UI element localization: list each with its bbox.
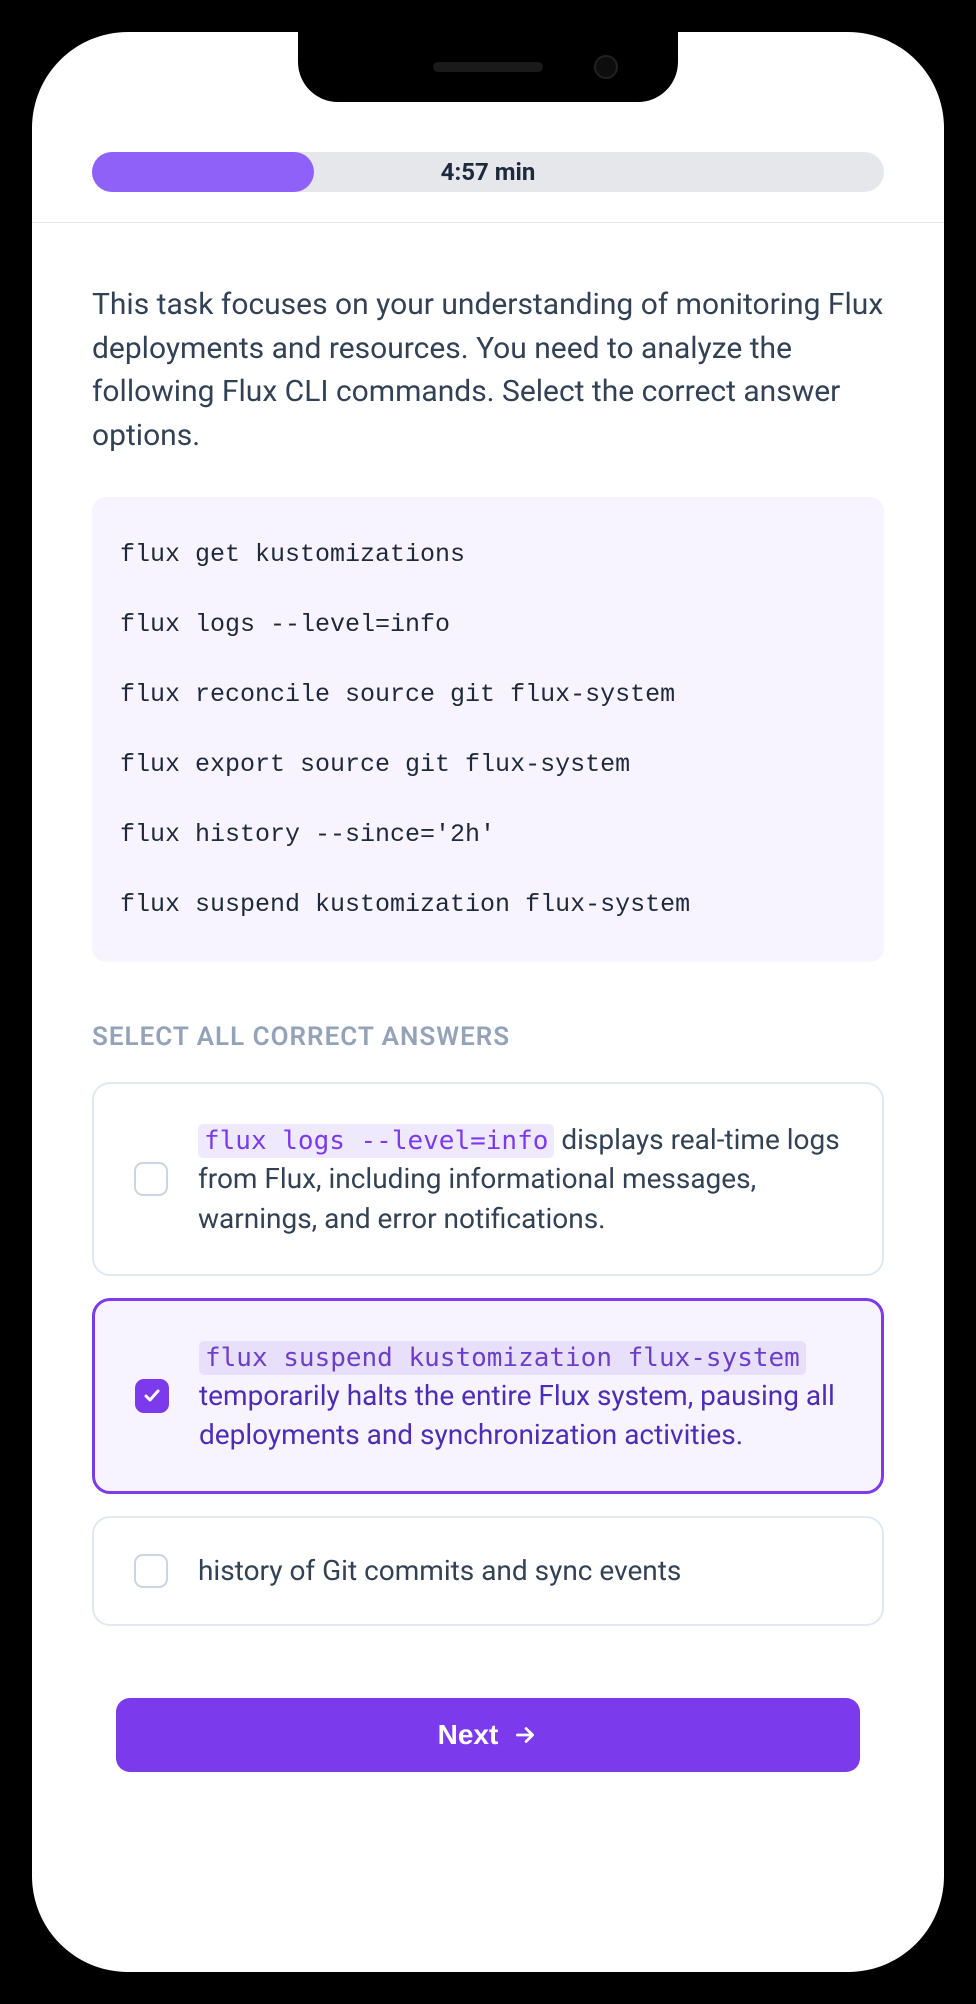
next-label: Next xyxy=(438,1719,499,1751)
code-block: flux get kustomizations flux logs --leve… xyxy=(92,497,884,962)
timer-label: 4:57 min xyxy=(441,158,536,186)
checkbox-1[interactable] xyxy=(135,1379,169,1413)
speaker-slot xyxy=(433,62,543,72)
question-prompt: This task focuses on your understanding … xyxy=(92,283,884,457)
answer-desc-1: temporarily halts the entire Flux system… xyxy=(199,1379,835,1451)
progress-section: 4:57 min xyxy=(32,152,944,223)
question-body: This task focuses on your understanding … xyxy=(32,223,944,1626)
progress-bar: 4:57 min xyxy=(92,152,884,192)
phone-frame: 4:57 min This task focuses on your under… xyxy=(0,0,976,2004)
answers-label: SELECT ALL CORRECT ANSWERS xyxy=(92,1022,884,1052)
answer-cutoff-text: history of Git commits and sync events xyxy=(198,1554,681,1587)
notch xyxy=(298,32,678,102)
answer-code-0: flux logs --level=info xyxy=(198,1124,554,1158)
next-button[interactable]: Next xyxy=(116,1698,860,1772)
answer-option-cutoff[interactable]: history of Git commits and sync events xyxy=(92,1516,884,1626)
checkbox-0[interactable] xyxy=(134,1162,168,1196)
screen: 4:57 min This task focuses on your under… xyxy=(32,32,944,1972)
answer-text-0: flux logs --level=info displays real-tim… xyxy=(198,1120,842,1238)
arrow-right-icon xyxy=(512,1722,538,1748)
content-area: 4:57 min This task focuses on your under… xyxy=(32,32,944,1972)
answer-option-1[interactable]: flux suspend kustomization flux-system t… xyxy=(92,1298,884,1494)
progress-fill xyxy=(92,152,314,192)
check-icon xyxy=(142,1386,162,1406)
answer-option-0[interactable]: flux logs --level=info displays real-tim… xyxy=(92,1082,884,1276)
front-camera xyxy=(594,55,618,79)
checkbox-cutoff[interactable] xyxy=(134,1554,168,1588)
answer-text-1: flux suspend kustomization flux-system t… xyxy=(199,1337,841,1455)
answer-code-1: flux suspend kustomization flux-system xyxy=(199,1341,806,1375)
